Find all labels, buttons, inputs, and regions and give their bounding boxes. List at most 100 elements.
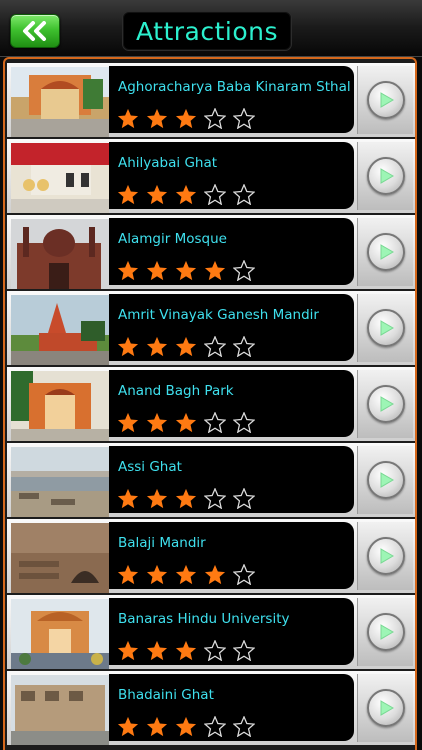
open-attraction-button[interactable]	[357, 294, 413, 362]
top-bar: Attractions	[0, 0, 422, 57]
rating-stars	[113, 257, 258, 283]
play-arrow-icon	[366, 309, 405, 347]
attraction-info: Bhadaini Ghat	[109, 674, 354, 741]
list-item[interactable]: Balaji Mandir	[7, 519, 415, 593]
open-attraction-button[interactable]	[357, 218, 413, 286]
open-attraction-button[interactable]	[357, 446, 413, 514]
attraction-thumbnail	[11, 447, 109, 517]
attraction-name: Banaras Hindu University	[118, 611, 290, 627]
attraction-name: Aghoracharya Baba Kinaram Sthal	[118, 79, 351, 95]
star-outline-icon	[200, 637, 229, 663]
attraction-name: Assi Ghat	[118, 459, 182, 475]
star-outline-icon	[229, 333, 258, 359]
rating-stars	[113, 409, 258, 435]
star-filled-icon	[113, 257, 142, 283]
rating-stars	[113, 105, 258, 131]
star-filled-icon	[171, 181, 200, 207]
star-filled-icon	[113, 333, 142, 359]
attraction-thumbnail	[11, 523, 109, 593]
back-button[interactable]	[10, 14, 60, 48]
attraction-thumbnail	[11, 599, 109, 669]
open-attraction-button[interactable]	[357, 66, 413, 134]
attraction-thumbnail	[11, 675, 109, 745]
star-filled-icon	[142, 333, 171, 359]
star-outline-icon	[229, 561, 258, 587]
star-filled-icon	[171, 561, 200, 587]
play-arrow-icon	[366, 385, 405, 423]
star-filled-icon	[113, 637, 142, 663]
star-filled-icon	[113, 561, 142, 587]
star-filled-icon	[142, 561, 171, 587]
star-filled-icon	[171, 105, 200, 131]
star-filled-icon	[142, 485, 171, 511]
attraction-info: Balaji Mandir	[109, 522, 354, 589]
star-outline-icon	[200, 713, 229, 739]
list-item[interactable]: Assi Ghat	[7, 443, 415, 517]
rating-stars	[113, 485, 258, 511]
star-outline-icon	[229, 181, 258, 207]
star-outline-icon	[200, 485, 229, 511]
star-outline-icon	[229, 637, 258, 663]
star-outline-icon	[229, 105, 258, 131]
star-outline-icon	[229, 257, 258, 283]
list-item[interactable]: Bhadaini Ghat	[7, 671, 415, 745]
play-arrow-icon	[366, 157, 405, 195]
attraction-info: Amrit Vinayak Ganesh Mandir	[109, 294, 354, 361]
list-item[interactable]: Anand Bagh Park	[7, 367, 415, 441]
rating-stars	[113, 561, 258, 587]
attraction-thumbnail	[11, 67, 109, 137]
play-arrow-icon	[366, 461, 405, 499]
star-filled-icon	[171, 409, 200, 435]
open-attraction-button[interactable]	[357, 370, 413, 438]
list-item[interactable]: Ahilyabai Ghat	[7, 139, 415, 213]
attraction-name: Balaji Mandir	[118, 535, 206, 551]
attraction-thumbnail	[11, 371, 109, 441]
rating-stars	[113, 637, 258, 663]
open-attraction-button[interactable]	[357, 142, 413, 210]
list-item[interactable]: Banaras Hindu University	[7, 595, 415, 669]
attraction-name: Amrit Vinayak Ganesh Mandir	[118, 307, 319, 323]
attraction-name: Ahilyabai Ghat	[118, 155, 218, 171]
play-arrow-icon	[366, 537, 405, 575]
attraction-info: Banaras Hindu University	[109, 598, 354, 665]
double-chevron-left-icon	[23, 21, 46, 41]
star-outline-icon	[200, 333, 229, 359]
star-outline-icon	[229, 409, 258, 435]
attraction-info: Anand Bagh Park	[109, 370, 354, 437]
star-filled-icon	[171, 257, 200, 283]
star-filled-icon	[113, 713, 142, 739]
star-filled-icon	[142, 181, 171, 207]
open-attraction-button[interactable]	[357, 674, 413, 742]
star-filled-icon	[142, 637, 171, 663]
attraction-info: Ahilyabai Ghat	[109, 142, 354, 209]
play-arrow-icon	[366, 689, 405, 727]
rating-stars	[113, 333, 258, 359]
play-arrow-icon	[366, 81, 405, 119]
list-item[interactable]: Amrit Vinayak Ganesh Mandir	[7, 291, 415, 365]
attraction-info: Aghoracharya Baba Kinaram Sthal	[109, 66, 354, 133]
attraction-info: Assi Ghat	[109, 446, 354, 513]
attraction-name: Anand Bagh Park	[118, 383, 234, 399]
attraction-thumbnail	[11, 295, 109, 365]
star-filled-icon	[113, 409, 142, 435]
list-item[interactable]: Alamgir Mosque	[7, 215, 415, 289]
list-item[interactable]: Aghoracharya Baba Kinaram Sthal	[7, 63, 415, 137]
star-filled-icon	[171, 485, 200, 511]
star-filled-icon	[200, 561, 229, 587]
star-outline-icon	[200, 409, 229, 435]
star-filled-icon	[113, 105, 142, 131]
open-attraction-button[interactable]	[357, 522, 413, 590]
attraction-info: Alamgir Mosque	[109, 218, 354, 285]
attraction-name: Bhadaini Ghat	[118, 687, 214, 703]
star-outline-icon	[229, 713, 258, 739]
attraction-name: Alamgir Mosque	[118, 231, 227, 247]
play-arrow-icon	[366, 233, 405, 271]
star-outline-icon	[200, 181, 229, 207]
star-filled-icon	[142, 713, 171, 739]
open-attraction-button[interactable]	[357, 598, 413, 666]
star-filled-icon	[113, 181, 142, 207]
star-filled-icon	[171, 333, 200, 359]
star-filled-icon	[142, 257, 171, 283]
attraction-thumbnail	[11, 219, 109, 289]
star-outline-icon	[229, 485, 258, 511]
